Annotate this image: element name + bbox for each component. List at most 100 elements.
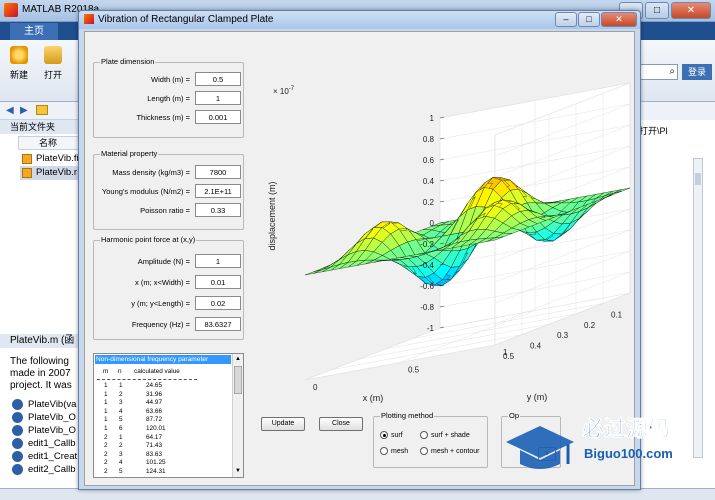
plate-dimension-title: Plate dimension — [100, 57, 156, 66]
z-tick-label: -0.8 — [420, 303, 434, 312]
plotting-method-title: Plotting method — [380, 411, 435, 420]
frequency-list-header: Non-dimensional frequency parameter — [95, 355, 231, 364]
listbox-scrollbar[interactable]: ▲ ▼ — [232, 354, 243, 477]
current-folder-panel: ◀ ▶ 当前文件夹 名称 PlateVib.fi PlateVib.r Plat… — [0, 102, 80, 500]
force-x-input[interactable] — [195, 275, 241, 289]
new-button[interactable]: 新建 — [4, 46, 34, 81]
plotting-method-group: Plotting method surf surf + shade mesh m… — [373, 411, 488, 468]
detail-text: The following made in 2007 project. It w… — [10, 356, 72, 391]
forward-arrow-icon[interactable]: ▶ — [20, 105, 28, 116]
width-label: Width (m) = — [151, 75, 190, 84]
frequency-list-columns: m n calculated value — [103, 368, 180, 375]
frequency-input[interactable] — [195, 317, 241, 331]
back-arrow-icon[interactable]: ◀ — [6, 105, 14, 116]
open-button[interactable]: 打开 — [38, 46, 68, 81]
figure-title: Vibration of Rectangular Clamped Plate — [98, 14, 274, 25]
figure-icon — [84, 14, 94, 24]
width-input[interactable] — [195, 72, 241, 86]
poisson-ratio-input[interactable] — [195, 203, 241, 217]
youngs-modulus-input[interactable] — [195, 184, 241, 198]
file-icon — [22, 168, 32, 178]
material-property-title: Material property — [100, 149, 159, 158]
z-tick-label: -0.4 — [420, 261, 434, 270]
detail-title: PlateVib.m (函 — [0, 334, 80, 348]
force-y-input[interactable] — [195, 296, 241, 310]
mass-density-input[interactable] — [195, 165, 241, 179]
file-item[interactable]: PlateVib.fi — [20, 152, 80, 166]
function-item[interactable]: PlateVib_O — [12, 411, 80, 424]
y-tick-label: 0.5 — [408, 366, 420, 375]
current-folder-label: 当前文件夹 — [0, 120, 80, 134]
exponent-value: -7 — [289, 86, 295, 92]
function-item[interactable]: edit1_Creat — [12, 450, 80, 463]
amplitude-label: Amplitude (N) = — [137, 257, 190, 266]
x-tick-label: 0.3 — [557, 331, 569, 340]
name-column-header[interactable]: 名称 — [18, 136, 80, 150]
function-icon — [12, 399, 23, 410]
harmonic-force-title: Harmonic point force at (x,y) — [100, 235, 197, 244]
x-axis-label: x (m) — [363, 393, 384, 403]
z-tick-label: 0.4 — [423, 177, 435, 186]
scroll-down-icon[interactable]: ▼ — [234, 467, 242, 476]
x-tick-label: 0.4 — [530, 342, 542, 351]
function-icon — [12, 451, 23, 462]
z-tick-label: -1 — [427, 324, 435, 333]
close-button[interactable]: Close — [319, 417, 363, 431]
force-y-label: y (m; y<Length) = — [131, 299, 190, 308]
radio-mesh[interactable]: mesh — [380, 447, 408, 456]
new-icon — [10, 46, 28, 64]
tab-home[interactable]: 主页 — [10, 23, 58, 40]
matlab-logo-icon — [4, 3, 18, 17]
x-tick-label: 0.1 — [611, 310, 623, 319]
right-open-label: 打开\Pl — [639, 126, 668, 136]
surface-plot: 1 0.8 0.6 0.4 0.2 0 -0.2 -0.4 -0.6 -0.8 -1 0 0.1 0.2 0… — [267, 82, 631, 403]
file-icon — [22, 154, 32, 164]
file-item[interactable]: PlateVib.r — [20, 166, 80, 180]
figure-maximize-button[interactable]: □ — [578, 12, 600, 27]
figure-close-button[interactable]: ✕ — [601, 12, 637, 27]
search-icon: ⌕ — [669, 66, 675, 77]
z-tick-label: 0.6 — [423, 156, 435, 165]
login-button[interactable]: 登录 — [682, 64, 712, 80]
x-tick-label: 0.2 — [584, 321, 596, 330]
function-item[interactable]: PlateVib(va — [12, 398, 80, 411]
z-tick-label: 1 — [430, 114, 435, 123]
thickness-label: Thickness (m) = — [136, 113, 190, 122]
frequency-listbox[interactable]: Non-dimensional frequency parameter m n … — [93, 353, 244, 478]
function-item[interactable]: edit2_Callb — [12, 463, 80, 476]
scroll-up-icon[interactable]: ▲ — [234, 355, 242, 364]
youngs-modulus-label: Young's modulus (N/m2) = — [101, 187, 190, 196]
search-input[interactable]: ⌕ — [638, 64, 678, 80]
z-tick-label: -0.2 — [420, 240, 434, 249]
z-tick-label: 0 — [430, 219, 435, 228]
force-x-label: x (m; x<Width) = — [134, 278, 190, 287]
exponent-label: × 10-7 — [273, 86, 295, 96]
z-tick-label: 0.8 — [423, 135, 435, 144]
watermark-url: Biguo100.com — [584, 446, 673, 461]
radio-surf-shade[interactable]: surf + shade — [420, 431, 470, 440]
function-icon — [12, 425, 23, 436]
harmonic-force-group: Harmonic point force at (x,y) Amplitude … — [93, 235, 244, 340]
material-property-group: Material property Mass density (kg/m3) =… — [93, 149, 244, 230]
folder-open-icon — [44, 46, 62, 64]
radio-surf[interactable]: surf — [380, 431, 403, 440]
maximize-button[interactable]: □ — [645, 2, 669, 19]
poisson-ratio-label: Poisson ratio = — [140, 206, 190, 215]
close-window-button[interactable]: ✕ — [671, 2, 711, 19]
amplitude-input[interactable] — [195, 254, 241, 268]
update-button[interactable]: Update — [261, 417, 305, 431]
function-item[interactable]: edit1_Callb — [12, 437, 80, 450]
length-label: Length (m) = — [147, 94, 190, 103]
scroll-thumb[interactable] — [234, 366, 242, 394]
watermark-text: 必过源码 — [582, 416, 670, 441]
watermark-logo: 必过源码 Biguo100.com — [506, 416, 673, 469]
list-separator — [97, 379, 197, 380]
radio-mesh-contour[interactable]: mesh + contour — [420, 447, 479, 456]
figure-minimize-button[interactable]: – — [555, 12, 577, 27]
folder-up-icon[interactable] — [36, 105, 48, 115]
length-input[interactable] — [195, 91, 241, 105]
frequency-row[interactable]: 2 5 124.31 — [94, 467, 232, 477]
thickness-input[interactable] — [195, 110, 241, 124]
y-tick-label: 0 — [313, 383, 318, 392]
function-item[interactable]: PlateVib_O — [12, 424, 80, 437]
